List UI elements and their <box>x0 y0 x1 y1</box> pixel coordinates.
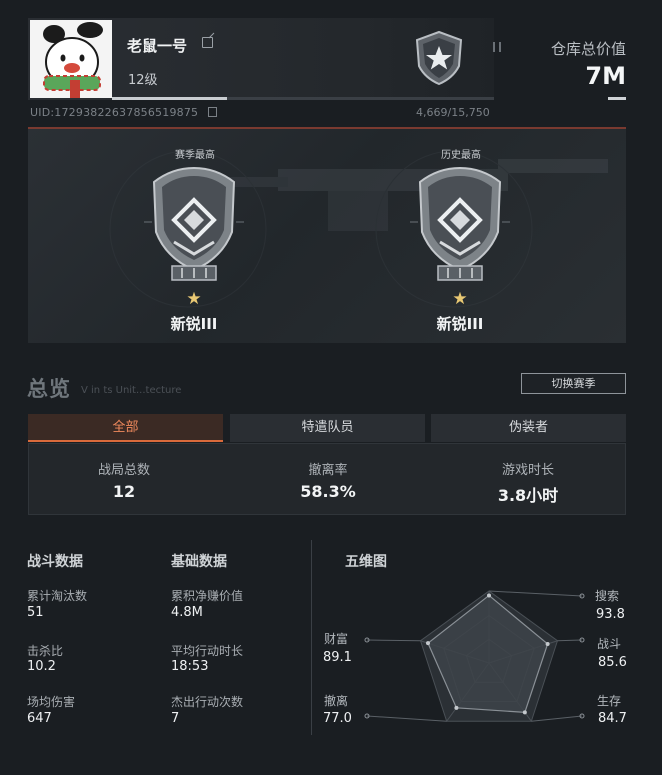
net-profit-value: 4.8M <box>171 605 203 620</box>
radar-search-value: 93.8 <box>596 607 625 622</box>
combat-data-title: 战斗数据 <box>27 554 83 570</box>
star-icon: ★ <box>186 289 202 309</box>
radar-point <box>522 710 527 715</box>
history-best-label: 历史最高 <box>441 150 481 161</box>
radar-leader-line <box>366 715 447 722</box>
total-matches-value: 12 <box>112 482 136 501</box>
season-rank-name: 新锐III <box>170 315 218 333</box>
kd-ratio-label: 击杀比 <box>27 644 64 658</box>
radar-leader-line <box>488 590 583 597</box>
radar-point <box>425 641 430 646</box>
player-level: 12级 <box>128 73 158 88</box>
weapon-background-art <box>109 150 608 308</box>
outstanding-ops-value: 7 <box>171 711 180 726</box>
xp-counter: 4,669/15,750 <box>416 106 490 119</box>
total-eliminations-value: 51 <box>27 605 44 620</box>
season-rank-badge-icon <box>114 162 274 292</box>
warehouse-value-label: 仓库总价值 <box>550 40 626 58</box>
radar-extraction-value: 77.0 <box>323 711 352 726</box>
outstanding-ops-label: 杰出行动次数 <box>171 695 244 709</box>
avatar[interactable] <box>30 20 112 98</box>
radar-point <box>487 593 491 598</box>
edit-icon[interactable] <box>202 37 213 48</box>
kd-ratio-value: 10.2 <box>27 659 56 674</box>
overview-title: 总览 <box>27 377 71 401</box>
radar-extraction-label: 撤离 <box>324 694 349 708</box>
play-time-value: 3.8小时 <box>497 486 559 505</box>
player-uid: UID:17293822637856519875 <box>30 106 199 119</box>
star-icon: ★ <box>452 289 468 309</box>
copy-icon[interactable] <box>208 107 217 117</box>
extraction-rate-value: 58.3% <box>300 482 356 501</box>
tab-all[interactable]: 全部 <box>28 414 223 442</box>
overview-subtitle: V in ts Unit...tecture <box>81 385 182 396</box>
play-time-label: 游戏时长 <box>501 463 554 478</box>
radar-combat-label: 战斗 <box>597 637 622 651</box>
total-eliminations-label: 累计淘汰数 <box>27 589 88 603</box>
net-profit-label: 累积净赚价值 <box>171 589 244 603</box>
extraction-rate-label: 撤离率 <box>308 463 348 478</box>
level-progress-fill <box>112 97 227 100</box>
radar-point <box>454 705 459 710</box>
avatar-image <box>30 20 112 98</box>
radar-point <box>545 641 550 646</box>
radar-leader-line <box>531 715 583 722</box>
radar-wealth-value: 89.1 <box>323 650 352 665</box>
basic-data-title: 基础数据 <box>171 554 227 570</box>
switch-season-button[interactable]: 切换赛季 <box>521 373 626 394</box>
history-rank-badge-icon <box>380 162 540 292</box>
player-name: 老鼠一号 <box>127 37 188 55</box>
warehouse-underline <box>608 97 626 100</box>
avg-damage-value: 647 <box>27 711 52 726</box>
warehouse-value: 7M <box>585 62 626 90</box>
radar-leader-line <box>366 639 421 642</box>
radar-leader-line <box>557 639 583 642</box>
avg-duration-value: 18:53 <box>171 659 209 674</box>
history-rank-name: 新锐III <box>436 315 484 333</box>
radar-combat-value: 85.6 <box>598 655 627 670</box>
total-matches-label: 战局总数 <box>97 463 150 478</box>
radar-title: 五维图 <box>345 554 387 570</box>
radar-survival-label: 生存 <box>597 694 622 708</box>
radar-search-label: 搜索 <box>595 589 620 603</box>
tab-special-operators[interactable]: 特遣队员 <box>230 414 425 442</box>
radar-survival-value: 84.7 <box>598 711 627 726</box>
season-best-label: 赛季最高 <box>175 150 215 161</box>
rank-banner <box>28 127 626 343</box>
avg-damage-label: 场均伤害 <box>27 695 76 709</box>
panel-grip-icon <box>493 42 501 52</box>
avg-duration-label: 平均行动时长 <box>171 644 244 658</box>
shield-star-icon <box>413 30 465 86</box>
radar-wealth-label: 财富 <box>324 632 349 646</box>
tab-disguisers[interactable]: 伪装者 <box>431 414 626 442</box>
